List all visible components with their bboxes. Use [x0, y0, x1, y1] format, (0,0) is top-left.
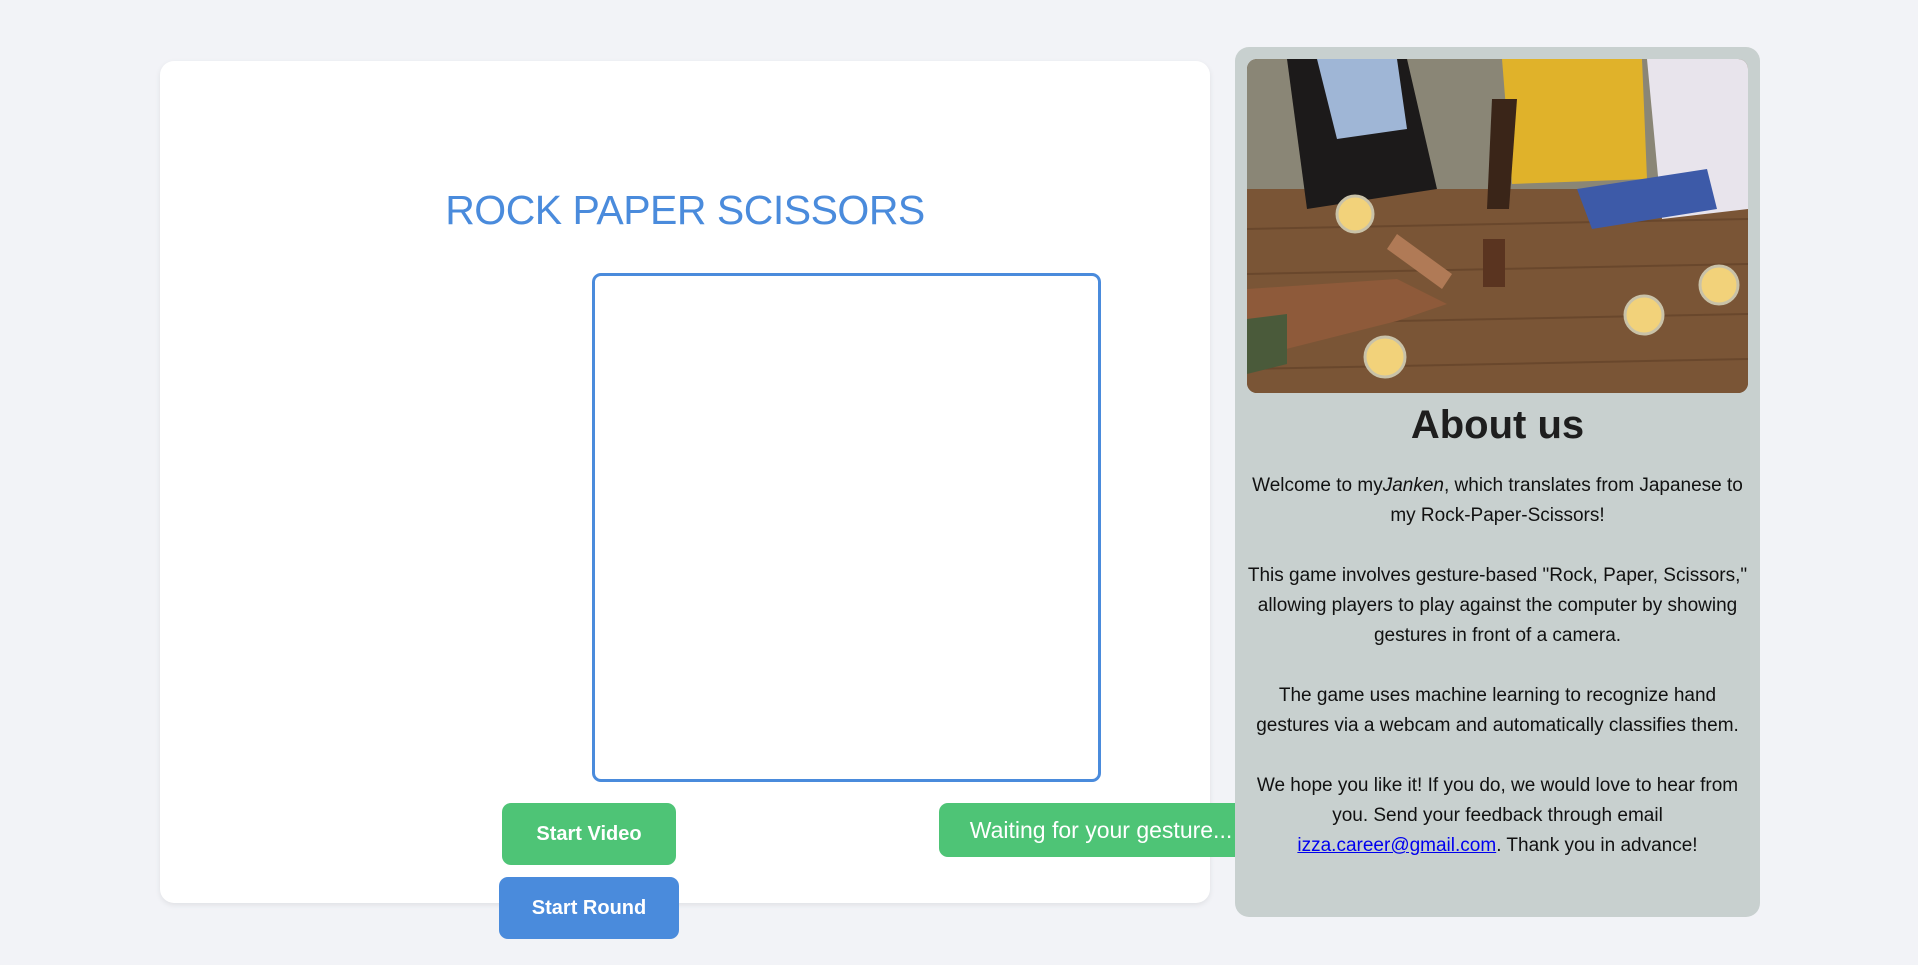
janken-term: Janken: [1382, 475, 1444, 496]
game-card: ROCK PAPER SCISSORS Start Video Start Ro…: [160, 61, 1263, 939]
start-round-button[interactable]: Start Round: [499, 877, 679, 939]
start-video-button[interactable]: Start Video: [502, 803, 676, 865]
about-title: About us: [1410, 403, 1585, 447]
about-p1-start: Welcome to my: [1252, 475, 1383, 496]
about-paragraph-4: We hope you like it! If you do, we would…: [1247, 771, 1748, 861]
about-photo: [1247, 59, 1748, 393]
game-title: ROCK PAPER SCISSORS: [445, 187, 925, 233]
about-p4-start: We hope you like it! If you do, we would…: [1256, 775, 1739, 826]
gesture-status: Waiting for your gesture...: [939, 803, 1263, 857]
about-paragraph-1: Welcome to myJanken, which translates fr…: [1247, 471, 1748, 531]
about-p4-end: . Thank you in advance!: [1496, 835, 1698, 856]
about-text: Welcome to myJanken, which translates fr…: [1247, 471, 1748, 891]
about-p1-end: , which translates from Japanese to my R…: [1390, 475, 1743, 526]
about-paragraph-2: This game involves gesture-based "Rock, …: [1247, 565, 1748, 646]
video-frame: [592, 273, 1101, 782]
email-link[interactable]: izza.career@gmail.com: [1297, 835, 1496, 856]
about-panel: About us Welcome to myJanken, which tran…: [1235, 47, 1760, 917]
about-paragraph-3: The game uses machine learning to recogn…: [1256, 685, 1739, 736]
